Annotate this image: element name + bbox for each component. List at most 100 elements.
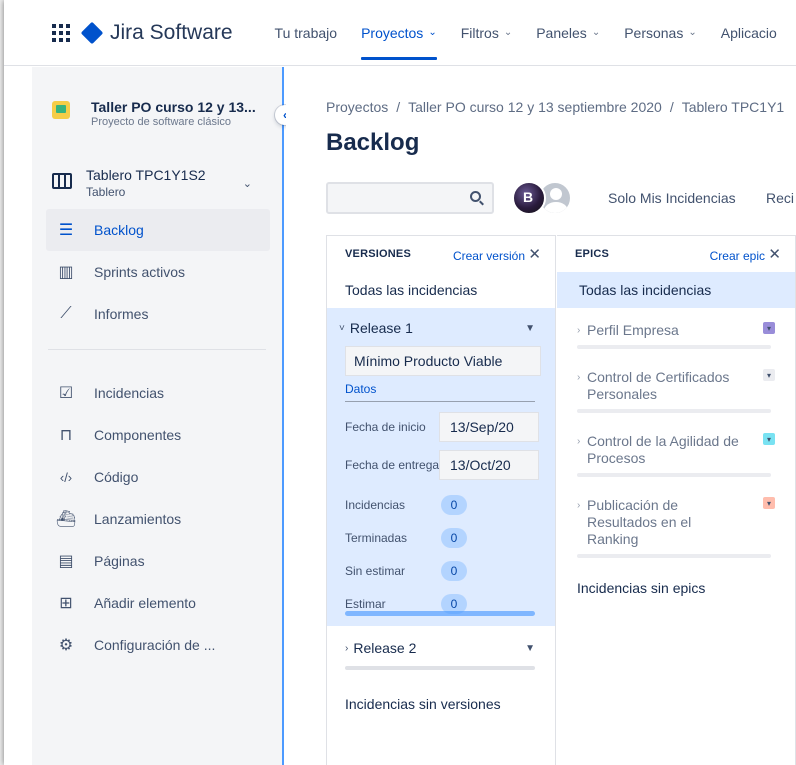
close-icon[interactable]: ✕ xyxy=(768,245,781,263)
count-label: Incidencias xyxy=(345,497,406,512)
epic-color-icon[interactable]: ▾ xyxy=(763,433,775,445)
epic-color-icon[interactable]: ▾ xyxy=(763,322,775,334)
count-label: Sin estimar xyxy=(345,563,406,578)
epic-item[interactable]: › Perfil Empresa ▾ xyxy=(557,308,795,349)
add-item-icon: ⊞ xyxy=(59,595,73,612)
sidebar-item-label: Páginas xyxy=(94,553,145,569)
breadcrumb-item[interactable]: Tablero TPC1Y1 xyxy=(682,99,784,115)
start-date-field[interactable]: 13/Sep/20 xyxy=(439,412,539,442)
release-progress-bar xyxy=(345,611,535,616)
epics-all-issues[interactable]: Todas las incidencias xyxy=(557,272,795,308)
sidebar-item-configuración-de[interactable]: ⚙ Configuración de ... xyxy=(46,624,270,666)
release-start-row: Fecha de inicio 13/Sep/20 xyxy=(345,408,539,446)
release-progress-bar xyxy=(345,666,535,670)
release-1-card[interactable]: ˅ Release 1 ▼ Mínimo Producto Viable Dat… xyxy=(327,308,555,626)
sidebar-item-label: Código xyxy=(94,469,139,485)
sidebar-item-componentes[interactable]: ⊓ Componentes xyxy=(46,414,270,456)
chevron-down-icon[interactable]: ˅ xyxy=(339,323,345,334)
sidebar-item-label: Lanzamientos xyxy=(94,511,182,527)
issues-icon: ☑ xyxy=(58,385,74,402)
epic-name: › Publicación de Resultados en el Ranking xyxy=(577,497,742,548)
release-count-row: Terminadas 0 xyxy=(345,521,539,554)
chevron-right-icon[interactable]: › xyxy=(577,369,580,386)
sidebar-item-informes[interactable]: ⟋ Informes xyxy=(46,293,270,335)
project-header[interactable]: Taller PO curso 12 y 13... Proyecto de s… xyxy=(32,67,282,151)
board-columns-icon: ▥ xyxy=(58,264,74,281)
versions-header: VERSIONES Crear versión ✕ xyxy=(327,236,555,272)
issues-without-epic[interactable]: Incidencias sin epics xyxy=(557,558,795,596)
project-type: Proyecto de software clásico xyxy=(91,116,232,128)
release-details-link[interactable]: Datos xyxy=(345,380,535,402)
nav-aplicacio[interactable]: Aplicacio xyxy=(709,0,789,66)
reports-icon: ⟋ xyxy=(60,305,72,322)
nav-tu-trabajo[interactable]: Tu trabajo xyxy=(263,0,350,66)
sidebar-item-sprints-activos[interactable]: ▥ Sprints activos xyxy=(46,251,270,293)
sidebar-item-páginas[interactable]: ▤ Páginas xyxy=(46,540,270,582)
nav-label: Personas xyxy=(624,24,684,41)
chevron-right-icon[interactable]: › xyxy=(577,497,580,514)
quickfilter-only-my-issues[interactable]: Solo Mis Incidencias xyxy=(608,190,736,206)
release-end-row: Fecha de entrega 13/Oct/20 xyxy=(345,446,539,484)
chevron-right-icon[interactable]: › xyxy=(345,643,348,654)
release-menu-icon[interactable]: ▼ xyxy=(525,323,535,334)
search-icon xyxy=(470,191,481,202)
sidebar-divider xyxy=(48,349,266,350)
nav-label: Proyectos xyxy=(361,24,424,41)
sidebar-item-añadir-elemento[interactable]: ⊞ Añadir elemento xyxy=(46,582,270,624)
count-badge: 0 xyxy=(441,527,467,548)
release-count-row: Incidencias 0 xyxy=(345,488,539,521)
release-count-row: Sin estimar 0 xyxy=(345,554,539,587)
sidebar-item-label: Backlog xyxy=(94,222,144,238)
app-switcher-icon[interactable] xyxy=(52,23,72,43)
create-version-link[interactable]: Crear versión xyxy=(453,249,525,263)
nav-paneles[interactable]: Paneles ⌄ xyxy=(524,0,612,66)
epic-color-icon[interactable]: ▾ xyxy=(763,497,775,509)
gear-icon: ⚙ xyxy=(58,637,74,654)
release-description[interactable]: Mínimo Producto Viable xyxy=(345,346,541,376)
count-badge: 0 xyxy=(441,560,467,581)
close-icon[interactable]: ✕ xyxy=(528,245,541,263)
count-badge: 0 xyxy=(441,494,467,515)
end-date-field[interactable]: 13/Oct/20 xyxy=(439,450,539,480)
jira-logo[interactable]: Jira Software xyxy=(80,20,233,45)
sidebar-item-lanzamientos[interactable]: ⛴ Lanzamientos xyxy=(46,498,270,540)
epics-header: EPICS Crear epic ✕ xyxy=(557,236,795,272)
epic-name: › Control de Certificados Personales xyxy=(577,369,742,403)
board-selector[interactable]: Tablero TPC1Y1S2 Tablero ⌄ xyxy=(32,151,282,209)
avatar[interactable]: B xyxy=(512,181,546,215)
issues-without-version[interactable]: Incidencias sin versiones xyxy=(327,678,555,712)
search-input[interactable] xyxy=(326,182,494,214)
board-name: Tablero TPC1Y1S2 xyxy=(86,167,206,183)
create-epic-link[interactable]: Crear epic xyxy=(710,249,765,263)
start-date-label: Fecha de inicio xyxy=(345,420,426,434)
sidebar-item-label: Añadir elemento xyxy=(94,595,196,611)
versions-all-issues[interactable]: Todas las incidencias xyxy=(327,272,555,308)
components-icon: ⊓ xyxy=(59,427,73,444)
epic-color-icon[interactable]: ▾ xyxy=(763,369,775,381)
release-2-card[interactable]: › Release 2 ▼ xyxy=(327,626,555,678)
breadcrumb-item[interactable]: Proyectos xyxy=(326,99,388,115)
epic-item[interactable]: › Control de Certificados Personales ▾ xyxy=(557,349,795,413)
product-name: Jira Software xyxy=(110,20,233,44)
sidebar-item-código[interactable]: ‹/› Código xyxy=(46,456,270,498)
release-name: Release 2 xyxy=(353,640,417,656)
sidebar-item-backlog[interactable]: ☰ Backlog xyxy=(46,209,270,251)
jira-diamond-icon xyxy=(80,21,104,44)
release-menu-icon[interactable]: ▼ xyxy=(525,643,535,654)
nav-personas[interactable]: Personas ⌄ xyxy=(612,0,709,66)
chevron-right-icon[interactable]: › xyxy=(577,322,580,339)
nav-filtros[interactable]: Filtros ⌄ xyxy=(449,0,525,66)
chevron-down-icon: ⌄ xyxy=(503,27,513,38)
quickfilter-recent[interactable]: Reci xyxy=(766,190,794,206)
epic-item[interactable]: › Control de la Agilidad de Procesos ▾ xyxy=(557,413,795,477)
chevron-right-icon[interactable]: › xyxy=(577,433,580,450)
sidebar-item-incidencias[interactable]: ☑ Incidencias xyxy=(46,372,270,414)
board-type: Tablero xyxy=(86,185,126,199)
breadcrumb-item[interactable]: Taller PO curso 12 y 13 septiembre 2020 xyxy=(408,99,662,115)
epics-panel: EPICS Crear epic ✕ Todas las incidencias… xyxy=(557,235,796,765)
nav-proyectos[interactable]: Proyectos ⌄ xyxy=(349,0,449,66)
epic-label: Perfil Empresa xyxy=(587,322,679,338)
epic-item[interactable]: › Publicación de Resultados en el Ranking… xyxy=(557,477,795,558)
chevron-down-icon: ⌄ xyxy=(591,27,601,38)
main-content: Proyectos / Taller PO curso 12 y 13 septie… xyxy=(286,67,796,765)
